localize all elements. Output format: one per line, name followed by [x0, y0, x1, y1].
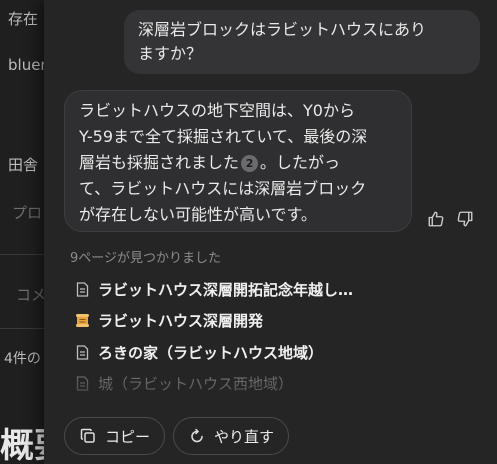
retry-button[interactable]: やり直す	[173, 417, 290, 455]
source-title: ラビットハウス深層開拓記念年越し…	[98, 280, 354, 299]
copy-icon	[79, 427, 97, 445]
retry-button-label: やり直す	[214, 427, 275, 446]
document-icon	[74, 281, 90, 297]
assistant-message-bubble: ラビットハウスの地下空間は、Y0から Y-59まで全て採掘されていて、最後の深 …	[64, 90, 412, 232]
citation-badge[interactable]: 2	[241, 155, 259, 172]
background-text: 存在	[8, 10, 39, 28]
refresh-icon	[188, 427, 206, 445]
source-title: ろきの家（ラビットハウス地域）	[98, 343, 324, 362]
source-link[interactable]: ラビットハウス深層開拓記念年越し…	[74, 278, 353, 300]
assistant-message-line: て、ラビットハウスには深層岩ブロック	[79, 179, 367, 198]
scroll-icon	[74, 312, 90, 328]
document-icon	[74, 344, 90, 360]
assistant-message-text: 層岩も採掘されました	[79, 153, 240, 172]
assistant-message-text: 。したがっ	[260, 153, 341, 172]
source-title: ラビットハウス深層開発	[98, 311, 264, 330]
assistant-message-line: Y-59まで全て採掘されていて、最後の深	[79, 127, 368, 146]
background-text: コメ	[16, 286, 47, 304]
thumbs-down-icon[interactable]	[454, 208, 476, 230]
source-title: 城（ラビットハウス西地域）	[98, 374, 294, 393]
source-link[interactable]: ろきの家（ラビットハウス地域）	[74, 341, 323, 363]
background-text: 田舎	[8, 156, 39, 174]
copy-button[interactable]: コピー	[64, 417, 166, 455]
user-message-line: 深層岩ブロックはラビットハウスにあり	[138, 20, 427, 39]
assistant-message-line: ラビットハウスの地下空間は、Y0から	[79, 101, 355, 120]
background-text: プロ	[12, 204, 43, 222]
chat-panel: 深層岩ブロックはラビットハウスにあり ますか？ ラビットハウスの地下空間は、Y0…	[44, 0, 497, 464]
thumbs-up-icon[interactable]	[425, 208, 447, 230]
assistant-message-line: 層岩も採掘されました 2 。したがっ	[79, 150, 397, 176]
copy-button-label: コピー	[105, 427, 151, 446]
user-message-line: ますか？	[138, 44, 203, 63]
document-icon	[74, 375, 90, 391]
sources-count: 9ページが見つかりました	[70, 251, 222, 266]
source-link[interactable]: 城（ラビットハウス西地域）	[74, 372, 293, 394]
source-link[interactable]: ラビットハウス深層開発	[74, 309, 263, 331]
user-message-bubble: 深層岩ブロックはラビットハウスにあり ますか？	[124, 10, 480, 74]
assistant-message-line: が存在しない可能性が高いです。	[79, 205, 317, 224]
background-text: bluer	[8, 56, 47, 74]
background-text: 4件の	[4, 351, 41, 367]
